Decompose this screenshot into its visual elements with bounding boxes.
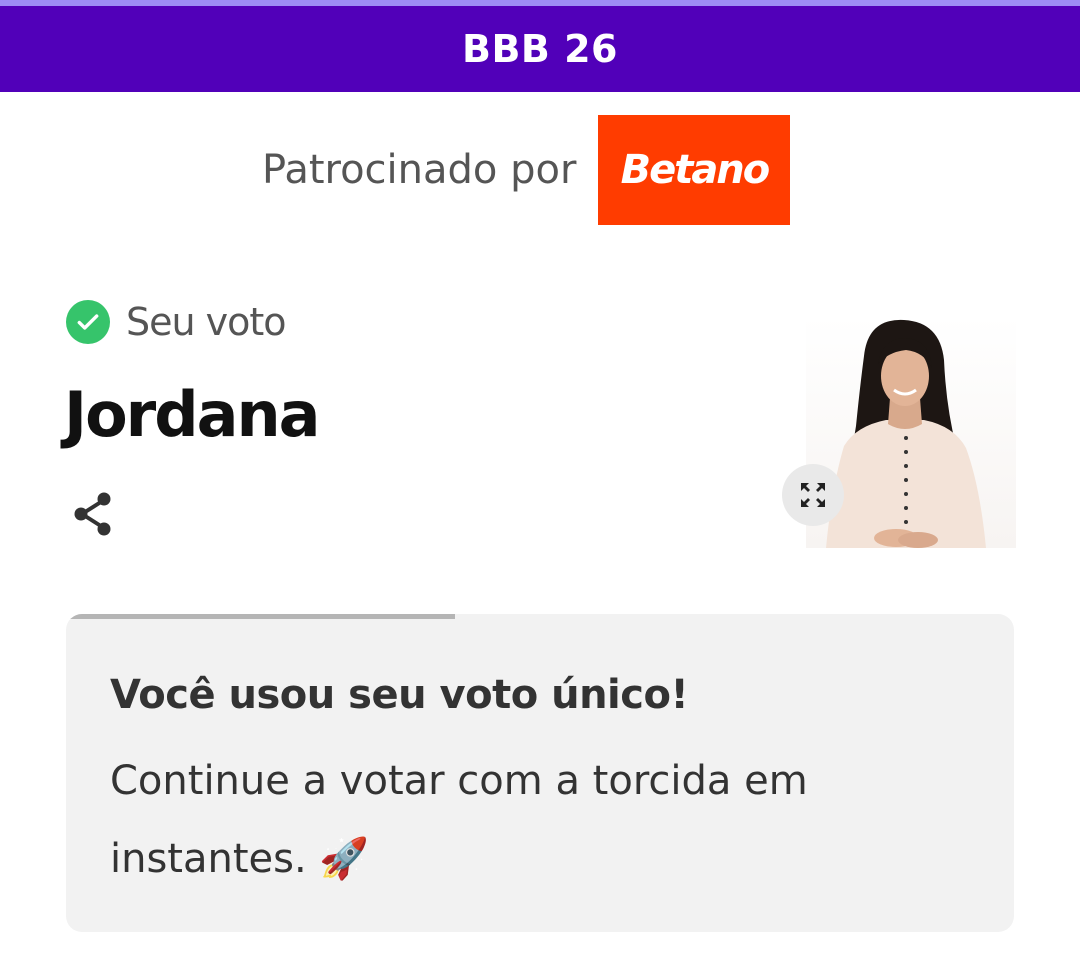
vote-confirmation-card: Você usou seu voto único! Continue a vot… xyxy=(66,614,1014,932)
page-title: BBB 26 xyxy=(461,27,618,71)
vote-status-label: Seu voto xyxy=(126,300,287,344)
sponsor-logo-text: Betano xyxy=(620,147,771,193)
sponsor-label: Patrocinado por xyxy=(262,147,577,193)
card-progress-bar xyxy=(66,614,455,619)
candidate-name: Jordana xyxy=(64,378,320,451)
header-bar: BBB 26 xyxy=(0,6,1080,92)
card-message: Continue a votar com a torcida em instan… xyxy=(110,758,808,882)
share-icon[interactable] xyxy=(70,490,118,538)
check-circle-icon xyxy=(66,300,110,344)
sponsor-row: Patrocinado por Betano xyxy=(262,115,791,225)
vote-status: Seu voto xyxy=(66,298,287,346)
expand-photo-button[interactable] xyxy=(782,464,844,526)
sponsor-logo[interactable]: Betano xyxy=(598,115,791,225)
card-title: Você usou seu voto único! xyxy=(110,672,689,718)
expand-icon xyxy=(801,483,825,507)
